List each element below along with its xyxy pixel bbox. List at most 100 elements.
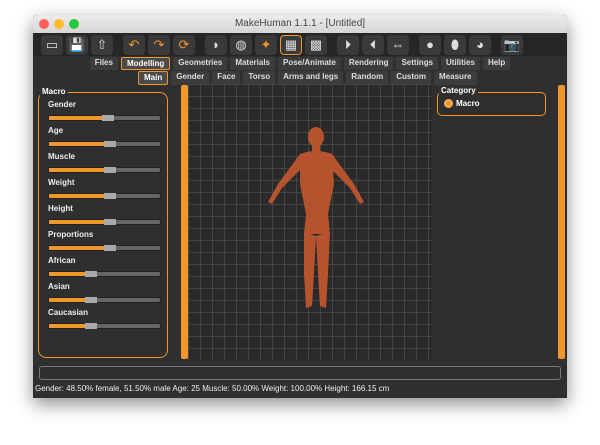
slider-muscle: Muscle <box>48 152 161 173</box>
slider-label: Caucasian <box>48 308 89 317</box>
save-icon[interactable]: 💾 <box>66 34 88 55</box>
slider-fill <box>49 298 86 302</box>
slider-handle[interactable] <box>84 323 97 329</box>
window-title: MakeHuman 1.1.1 - [Untitled] <box>234 18 366 29</box>
main-tabs: Files Modelling Geometries Materials Pose/An… <box>33 57 567 70</box>
subtab-random[interactable]: Random <box>346 71 389 85</box>
slider-handle[interactable] <box>103 141 116 147</box>
tab-utilities[interactable]: Utilities <box>441 57 480 70</box>
slider-handle[interactable] <box>84 297 97 303</box>
slider-height: Height <box>48 204 161 225</box>
slider-fill <box>49 246 105 250</box>
toolbar: ▭ 💾 ⇧ ↶ ↷ ⟳ ◗ ◍ ✦ ▦ ▩ ⏵ ⏴ ⇔ ● ⬮ ◕ 📷 <box>33 33 567 56</box>
slider-fill <box>49 272 86 276</box>
slider-asian: Asian <box>48 282 161 303</box>
subtab-torso[interactable]: Torso <box>243 71 276 85</box>
slider-gender: Gender <box>48 100 161 121</box>
tab-help[interactable]: Help <box>482 57 511 70</box>
main-window: MakeHuman 1.1.1 - [Untitled] ▭ 💾 ⇧ ↶ ↷ ⟳ ◗ ◍ ✦ ▦ ▩… <box>33 15 567 398</box>
slider-handle[interactable] <box>103 245 116 251</box>
tab-modelling[interactable]: Modelling <box>120 57 171 70</box>
checker-icon[interactable]: ▩ <box>305 34 327 55</box>
slider-label: Muscle <box>48 152 76 161</box>
tab-materials[interactable]: Materials <box>230 57 275 70</box>
slider-label: Proportions <box>48 230 94 239</box>
front-view-icon[interactable]: ● <box>419 34 441 55</box>
reset-icon[interactable]: ⟳ <box>173 34 195 55</box>
slider-track[interactable] <box>48 193 161 199</box>
slider-label: Gender <box>48 100 77 109</box>
radio-icon <box>444 99 453 108</box>
slider-label: Asian <box>48 282 70 291</box>
slider-fill <box>49 324 86 328</box>
symmetry-left-icon[interactable]: ⏴ <box>362 34 384 55</box>
status-text: Gender: 48.50% female, 51.50% male Age: … <box>35 384 390 393</box>
right-scrollbar[interactable] <box>558 85 565 359</box>
slider-caucasian: Caucasian <box>48 308 161 329</box>
tab-rendering[interactable]: Rendering <box>343 57 394 70</box>
macro-radio[interactable]: Macro <box>444 99 480 108</box>
tab-pose-animate[interactable]: Pose/Animate <box>278 57 341 70</box>
slider-fill <box>49 116 103 120</box>
slider-track[interactable] <box>48 141 161 147</box>
category-title: Category <box>439 86 478 95</box>
human-model <box>268 127 364 308</box>
tab-geometries[interactable]: Geometries <box>173 57 228 70</box>
smooth-icon[interactable]: ◗ <box>205 34 227 55</box>
grid-icon[interactable]: ▦ <box>280 34 302 55</box>
tab-settings[interactable]: Settings <box>396 57 439 70</box>
3d-viewport[interactable] <box>188 84 432 360</box>
side-view-icon[interactable]: ⬮ <box>444 34 466 55</box>
subtab-arms-and-legs[interactable]: Arms and legs <box>278 71 344 85</box>
macro-radio-label: Macro <box>456 99 480 108</box>
slider-handle[interactable] <box>84 271 97 277</box>
subtab-custom[interactable]: Custom <box>391 71 432 85</box>
slider-handle[interactable] <box>103 219 116 225</box>
export-icon[interactable]: ⇧ <box>91 34 113 55</box>
slider-track[interactable] <box>48 245 161 251</box>
slider-label: African <box>48 256 76 265</box>
progress-bar <box>39 366 561 380</box>
sub-tabs: Main Gender Face Torso Arms and legs Random Cu… <box>138 71 567 85</box>
slider-fill <box>49 142 105 146</box>
tab-files[interactable]: Files <box>89 57 118 70</box>
slider-handle[interactable] <box>101 115 114 121</box>
slider-track[interactable] <box>48 115 161 121</box>
minimize-button[interactable] <box>54 19 64 29</box>
slider-label: Age <box>48 126 64 135</box>
slider-fill <box>49 220 105 224</box>
slider-track[interactable] <box>48 271 161 277</box>
subtab-main[interactable]: Main <box>138 71 169 85</box>
screenshot-icon[interactable]: 📷 <box>501 34 523 55</box>
slider-african: African <box>48 256 161 277</box>
top-view-icon[interactable]: ◕ <box>469 34 491 55</box>
slider-label: Height <box>48 204 73 213</box>
symmetry-icon[interactable]: ⇔ <box>387 34 409 55</box>
new-icon[interactable]: ▭ <box>41 34 63 55</box>
slider-fill <box>49 168 105 172</box>
undo-icon[interactable]: ↶ <box>123 34 145 55</box>
macro-panel: Macro Gender Age Muscle Weight Height Pr… <box>38 87 168 358</box>
slider-handle[interactable] <box>103 167 116 173</box>
slider-proportions: Proportions <box>48 230 161 251</box>
slider-track[interactable] <box>48 297 161 303</box>
pose-icon[interactable]: ✦ <box>255 34 277 55</box>
macro-title: Macro <box>40 87 68 96</box>
slider-track[interactable] <box>48 219 161 225</box>
subtab-gender[interactable]: Gender <box>171 71 210 85</box>
slider-track[interactable] <box>48 167 161 173</box>
slider-track[interactable] <box>48 323 161 329</box>
redo-icon[interactable]: ↷ <box>148 34 170 55</box>
slider-handle[interactable] <box>103 193 116 199</box>
left-scrollbar[interactable] <box>181 85 188 359</box>
subtab-measure[interactable]: Measure <box>434 71 477 85</box>
symmetry-right-icon[interactable]: ⏵ <box>337 34 359 55</box>
subtab-face[interactable]: Face <box>212 71 241 85</box>
slider-age: Age <box>48 126 161 147</box>
title-bar: MakeHuman 1.1.1 - [Untitled] <box>33 15 567 33</box>
maximize-button[interactable] <box>69 19 79 29</box>
slider-weight: Weight <box>48 178 161 199</box>
close-button[interactable] <box>39 19 49 29</box>
wireframe-icon[interactable]: ◍ <box>230 34 252 55</box>
slider-label: Weight <box>48 178 75 187</box>
